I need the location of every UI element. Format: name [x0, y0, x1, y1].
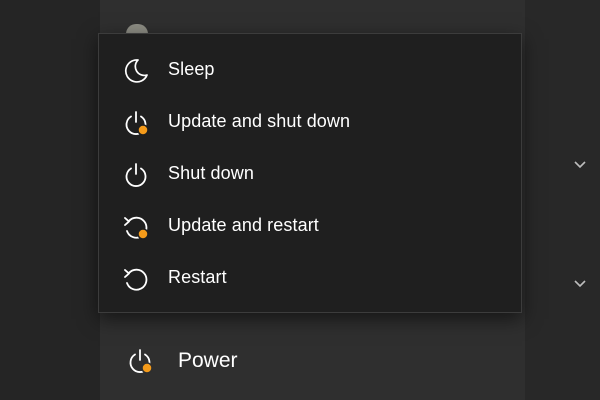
update-and-shut-down-menu-item[interactable]: Update and shut down: [99, 96, 521, 148]
menu-item-label: Update and restart: [168, 215, 319, 235]
menu-item-label: Update and shut down: [168, 111, 351, 131]
menu-item-label: Restart: [168, 267, 227, 287]
chevron-down-icon[interactable]: [572, 156, 588, 172]
power-button[interactable]: Power: [110, 336, 410, 386]
restart-update-icon: [121, 212, 151, 242]
power-update-icon: [125, 346, 155, 376]
start-menu-rail: [0, 0, 100, 400]
menu-item-label: Shut down: [168, 163, 254, 183]
restart-icon: [121, 264, 151, 294]
shut-down-menu-item[interactable]: Shut down: [99, 148, 521, 200]
chevron-down-icon[interactable]: [572, 275, 588, 291]
power-icon: [121, 160, 151, 190]
power-options-flyout: Sleep Update and shut down Shut down Upd…: [98, 33, 522, 313]
menu-item-label: Sleep: [168, 59, 215, 79]
power-update-icon: [121, 108, 151, 138]
moon-icon: [121, 56, 151, 86]
app-list-column: [525, 0, 600, 400]
restart-menu-item[interactable]: Restart: [99, 252, 521, 304]
update-and-restart-menu-item[interactable]: Update and restart: [99, 200, 521, 252]
sleep-menu-item[interactable]: Sleep: [99, 44, 521, 96]
power-button-label: Power: [178, 349, 238, 372]
